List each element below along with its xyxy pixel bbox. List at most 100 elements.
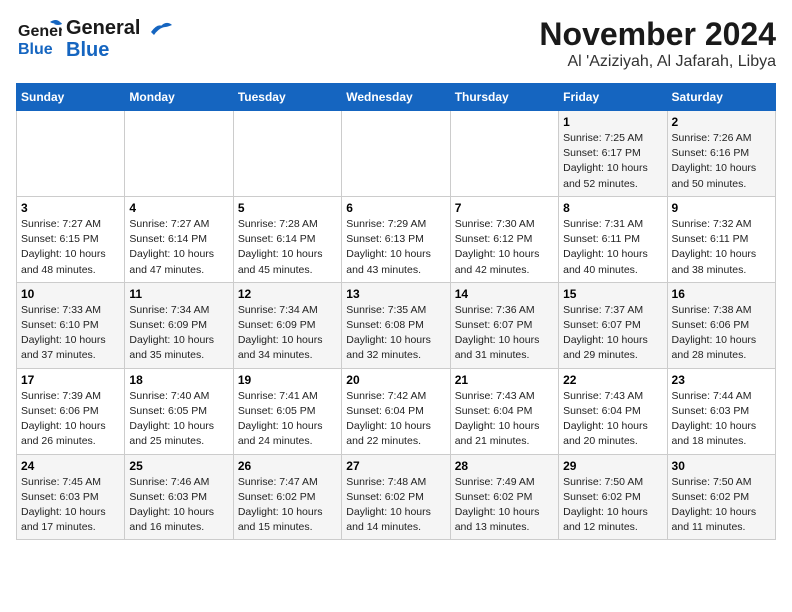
day-number: 26 [238, 459, 337, 473]
cell-info: Sunrise: 7:39 AM Sunset: 6:06 PM Dayligh… [21, 389, 120, 450]
cell-1-2: 5Sunrise: 7:28 AM Sunset: 6:14 PM Daylig… [233, 196, 341, 282]
day-number: 21 [455, 373, 554, 387]
cell-4-2: 26 Sunrise: 7:47 AM Sunset: 6:02 PM Dayli… [233, 454, 341, 540]
day-number: 18 [129, 373, 228, 387]
cell-4-6: 30Sunrise: 7:50 AM Sunset: 6:02 PM Dayli… [667, 454, 775, 540]
day-number: 23 [672, 373, 771, 387]
logo-general: General [66, 17, 140, 39]
cell-2-3: 13 Sunrise: 7:35 AM Sunset: 6:08 PM Dayli… [342, 282, 450, 368]
logo-bird-icon [146, 17, 176, 47]
day-number: 1 [563, 115, 662, 129]
cell-info: Sunrise: 7:41 AM Sunset: 6:05 PM Dayligh… [238, 389, 337, 450]
cell-info: Sunrise: 7:26 AM Sunset: 6:16 PM Dayligh… [672, 131, 771, 192]
logo-blue: Blue [66, 39, 140, 61]
day-number: 10 [21, 287, 120, 301]
header-friday: Friday [559, 84, 667, 111]
svg-text:General: General [18, 23, 62, 40]
cell-info: Sunrise: 7:45 AM Sunset: 6:03 PM Dayligh… [21, 475, 120, 536]
cell-info: Sunrise: 7:44 AM Sunset: 6:03 PM Dayligh… [672, 389, 771, 450]
cell-info: Sunrise: 7:25 AM Sunset: 6:17 PM Dayligh… [563, 131, 662, 192]
calendar-header: SundayMondayTuesdayWednesdayThursdayFrid… [17, 84, 776, 111]
day-number: 7 [455, 201, 554, 215]
cell-info: Sunrise: 7:30 AM Sunset: 6:12 PM Dayligh… [455, 217, 554, 278]
day-number: 4 [129, 201, 228, 215]
cell-1-3: 6Sunrise: 7:29 AM Sunset: 6:13 PM Daylig… [342, 196, 450, 282]
cell-info: Sunrise: 7:43 AM Sunset: 6:04 PM Dayligh… [563, 389, 662, 450]
cell-3-0: 17 Sunrise: 7:39 AM Sunset: 6:06 PM Dayli… [17, 368, 125, 454]
cell-2-6: 16 Sunrise: 7:38 AM Sunset: 6:06 PM Dayli… [667, 282, 775, 368]
cell-2-0: 10 Sunrise: 7:33 AM Sunset: 6:10 PM Dayli… [17, 282, 125, 368]
header-tuesday: Tuesday [233, 84, 341, 111]
month-title: November 2024 [539, 16, 776, 53]
day-number: 22 [563, 373, 662, 387]
cell-3-5: 22 Sunrise: 7:43 AM Sunset: 6:04 PM Dayli… [559, 368, 667, 454]
cell-3-3: 20Sunrise: 7:42 AM Sunset: 6:04 PM Dayli… [342, 368, 450, 454]
day-number: 13 [346, 287, 445, 301]
cell-0-0 [17, 111, 125, 197]
logo: General Blue General Blue [16, 16, 176, 62]
cell-2-4: 14 Sunrise: 7:36 AM Sunset: 6:07 PM Dayli… [450, 282, 558, 368]
cell-info: Sunrise: 7:33 AM Sunset: 6:10 PM Dayligh… [21, 303, 120, 364]
week-row-0: 1 Sunrise: 7:25 AM Sunset: 6:17 PM Daylig… [17, 111, 776, 197]
day-number: 2 [672, 115, 771, 129]
day-number: 17 [21, 373, 120, 387]
header-monday: Monday [125, 84, 233, 111]
calendar-table: SundayMondayTuesdayWednesdayThursdayFrid… [16, 83, 776, 540]
cell-3-4: 21 Sunrise: 7:43 AM Sunset: 6:04 PM Dayli… [450, 368, 558, 454]
cell-3-2: 19Sunrise: 7:41 AM Sunset: 6:05 PM Dayli… [233, 368, 341, 454]
week-row-4: 24Sunrise: 7:45 AM Sunset: 6:03 PM Dayli… [17, 454, 776, 540]
day-number: 16 [672, 287, 771, 301]
cell-1-5: 8 Sunrise: 7:31 AM Sunset: 6:11 PM Daylig… [559, 196, 667, 282]
cell-info: Sunrise: 7:35 AM Sunset: 6:08 PM Dayligh… [346, 303, 445, 364]
day-number: 11 [129, 287, 228, 301]
cell-0-5: 1 Sunrise: 7:25 AM Sunset: 6:17 PM Daylig… [559, 111, 667, 197]
day-number: 14 [455, 287, 554, 301]
cell-info: Sunrise: 7:47 AM Sunset: 6:02 PM Dayligh… [238, 475, 337, 536]
title-area: November 2024 Al 'Aziziyah, Al Jafarah, … [539, 16, 776, 71]
cell-info: Sunrise: 7:37 AM Sunset: 6:07 PM Dayligh… [563, 303, 662, 364]
cell-3-6: 23 Sunrise: 7:44 AM Sunset: 6:03 PM Dayli… [667, 368, 775, 454]
cell-2-2: 12Sunrise: 7:34 AM Sunset: 6:09 PM Dayli… [233, 282, 341, 368]
day-number: 27 [346, 459, 445, 473]
cell-1-6: 9Sunrise: 7:32 AM Sunset: 6:11 PM Daylig… [667, 196, 775, 282]
week-row-1: 3Sunrise: 7:27 AM Sunset: 6:15 PM Daylig… [17, 196, 776, 282]
cell-info: Sunrise: 7:34 AM Sunset: 6:09 PM Dayligh… [129, 303, 228, 364]
cell-0-1 [125, 111, 233, 197]
cell-info: Sunrise: 7:29 AM Sunset: 6:13 PM Dayligh… [346, 217, 445, 278]
cell-info: Sunrise: 7:40 AM Sunset: 6:05 PM Dayligh… [129, 389, 228, 450]
cell-1-1: 4Sunrise: 7:27 AM Sunset: 6:14 PM Daylig… [125, 196, 233, 282]
svg-text:Blue: Blue [18, 41, 53, 58]
cell-4-1: 25Sunrise: 7:46 AM Sunset: 6:03 PM Dayli… [125, 454, 233, 540]
cell-4-3: 27Sunrise: 7:48 AM Sunset: 6:02 PM Dayli… [342, 454, 450, 540]
day-number: 5 [238, 201, 337, 215]
cell-info: Sunrise: 7:46 AM Sunset: 6:03 PM Dayligh… [129, 475, 228, 536]
day-number: 29 [563, 459, 662, 473]
cell-4-4: 28 Sunrise: 7:49 AM Sunset: 6:02 PM Dayli… [450, 454, 558, 540]
day-number: 15 [563, 287, 662, 301]
cell-0-6: 2 Sunrise: 7:26 AM Sunset: 6:16 PM Daylig… [667, 111, 775, 197]
cell-info: Sunrise: 7:31 AM Sunset: 6:11 PM Dayligh… [563, 217, 662, 278]
header-saturday: Saturday [667, 84, 775, 111]
cell-info: Sunrise: 7:50 AM Sunset: 6:02 PM Dayligh… [563, 475, 662, 536]
cell-info: Sunrise: 7:43 AM Sunset: 6:04 PM Dayligh… [455, 389, 554, 450]
cell-info: Sunrise: 7:36 AM Sunset: 6:07 PM Dayligh… [455, 303, 554, 364]
cell-2-5: 15 Sunrise: 7:37 AM Sunset: 6:07 PM Dayli… [559, 282, 667, 368]
day-number: 8 [563, 201, 662, 215]
cell-2-1: 11 Sunrise: 7:34 AM Sunset: 6:09 PM Dayli… [125, 282, 233, 368]
calendar-body: 1 Sunrise: 7:25 AM Sunset: 6:17 PM Daylig… [17, 111, 776, 540]
cell-info: Sunrise: 7:38 AM Sunset: 6:06 PM Dayligh… [672, 303, 771, 364]
header-wednesday: Wednesday [342, 84, 450, 111]
week-row-3: 17 Sunrise: 7:39 AM Sunset: 6:06 PM Dayli… [17, 368, 776, 454]
cell-1-4: 7 Sunrise: 7:30 AM Sunset: 6:12 PM Daylig… [450, 196, 558, 282]
cell-info: Sunrise: 7:32 AM Sunset: 6:11 PM Dayligh… [672, 217, 771, 278]
header-thursday: Thursday [450, 84, 558, 111]
cell-0-2 [233, 111, 341, 197]
cell-info: Sunrise: 7:49 AM Sunset: 6:02 PM Dayligh… [455, 475, 554, 536]
header-row: SundayMondayTuesdayWednesdayThursdayFrid… [17, 84, 776, 111]
logo-icon: General Blue [16, 16, 62, 62]
cell-info: Sunrise: 7:27 AM Sunset: 6:15 PM Dayligh… [21, 217, 120, 278]
day-number: 20 [346, 373, 445, 387]
day-number: 28 [455, 459, 554, 473]
cell-4-5: 29 Sunrise: 7:50 AM Sunset: 6:02 PM Dayli… [559, 454, 667, 540]
header-sunday: Sunday [17, 84, 125, 111]
